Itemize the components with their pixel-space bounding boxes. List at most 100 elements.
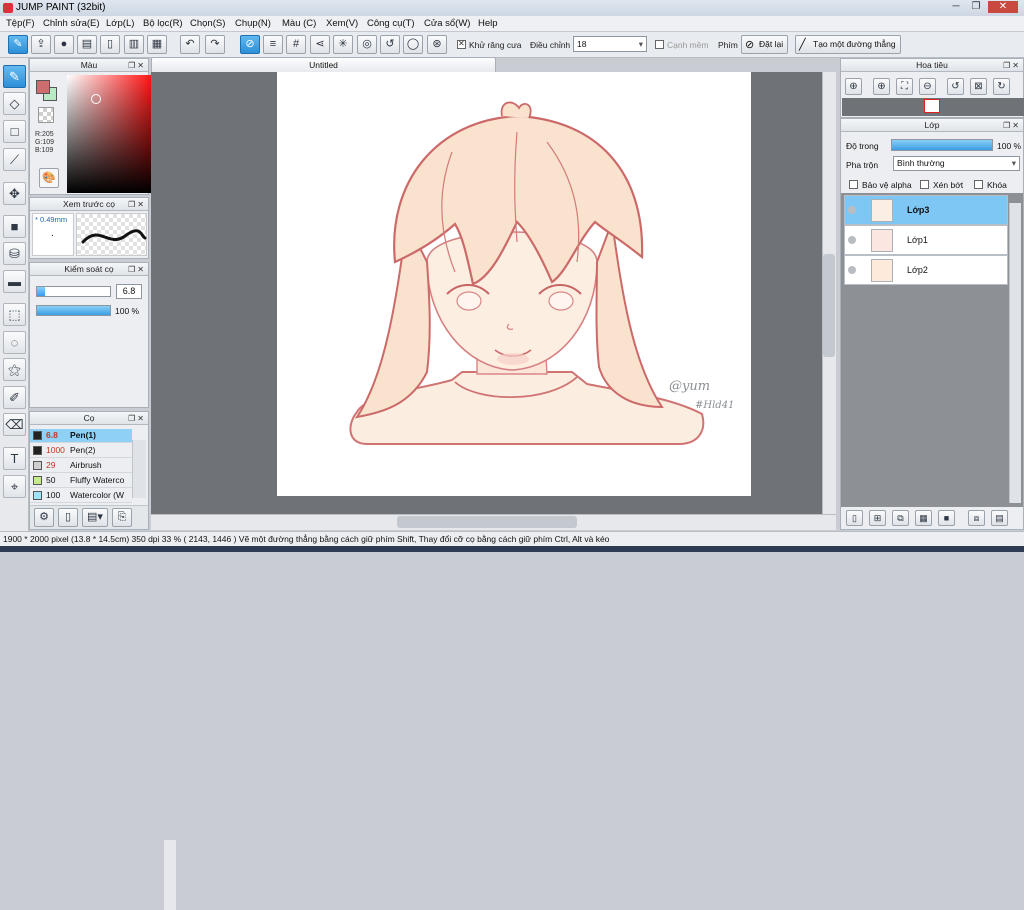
palette-icon[interactable]: 🎨 — [39, 168, 59, 188]
comment-icon[interactable]: ● — [54, 35, 74, 54]
close-button[interactable]: ✕ — [988, 1, 1018, 13]
adjust-select[interactable]: 18 — [573, 36, 647, 52]
perspective-ruler-icon[interactable]: ⋖ — [310, 35, 330, 54]
menu-capture[interactable]: Chụp(N) — [235, 18, 271, 29]
menu-edit[interactable]: Chỉnh sửa(E) — [43, 18, 100, 29]
pen-mode-icon[interactable]: ✎ — [8, 35, 28, 54]
folder-icon[interactable]: ■ — [938, 510, 955, 526]
gradient-tool-icon[interactable]: ▬ — [3, 270, 26, 293]
brush-list-scrollbar[interactable] — [132, 440, 146, 498]
protect-alpha-checkbox[interactable] — [849, 180, 858, 189]
line-tool-icon[interactable]: ⟋ — [3, 148, 26, 171]
menu-select[interactable]: Chọn(S) — [190, 18, 225, 29]
share-icon[interactable]: ⇪ — [31, 35, 51, 54]
minimize-button[interactable]: ─ — [946, 1, 966, 13]
layer-row-lop1[interactable]: Lớp1 — [844, 225, 1008, 255]
layer-row-lop3[interactable]: Lớp3 — [844, 195, 1008, 225]
brush-list-scrollbar[interactable] — [164, 840, 176, 910]
zoom-fit-icon[interactable]: ⊕ — [845, 78, 862, 95]
visibility-icon[interactable] — [848, 206, 856, 214]
restore-button[interactable]: ❐ — [966, 1, 986, 13]
select-pen-tool-icon[interactable]: ✐ — [3, 386, 26, 409]
canvas-horizontal-scroll-thumb[interactable] — [397, 516, 577, 528]
menu-help[interactable]: Help — [478, 18, 498, 29]
magic-wand-tool-icon[interactable]: ⚝ — [3, 358, 26, 381]
parallel-ruler-icon[interactable]: ≡ — [263, 35, 283, 54]
panel-buttons-icon[interactable]: ❐✕ — [128, 413, 146, 425]
page-icon[interactable]: ▯ — [100, 35, 120, 54]
saturation-value-picker[interactable] — [67, 75, 159, 193]
rotate-right-icon[interactable]: ↻ — [993, 78, 1010, 95]
panel-buttons-icon[interactable]: ❐✕ — [1003, 60, 1021, 72]
ruler-off-icon[interactable]: ⊘ — [240, 35, 260, 54]
shape-tool-icon[interactable]: □ — [3, 120, 26, 143]
panel-buttons-icon[interactable]: ❐✕ — [128, 60, 146, 72]
layer-row-lop2[interactable]: Lớp2 — [844, 255, 1008, 285]
rotate-reset-icon[interactable]: ⊠ — [970, 78, 987, 95]
document-icon[interactable]: ▥ — [124, 35, 144, 54]
brush-import-icon[interactable]: ⎘ — [112, 508, 132, 527]
redo-icon[interactable]: ↷ — [205, 35, 225, 54]
blend-mode-select[interactable]: Bình thường ▾ — [893, 156, 1020, 171]
text-balloon-icon[interactable]: ▤ — [77, 35, 97, 54]
zoom-out-icon[interactable]: ⊖ — [919, 78, 936, 95]
select-eraser-tool-icon[interactable]: ⌫ — [3, 413, 26, 436]
menu-color[interactable]: Màu (C) — [282, 18, 316, 29]
menu-tools[interactable]: Công cụ(T) — [367, 18, 415, 29]
canvas-tab[interactable]: Untitled — [151, 57, 496, 72]
rotate-left-icon[interactable]: ↺ — [947, 78, 964, 95]
clip-checkbox[interactable] — [920, 180, 929, 189]
smooth-edge-checkbox[interactable] — [655, 40, 664, 49]
antialias-checkbox[interactable] — [457, 39, 466, 49]
layer-list-scrollbar[interactable] — [1009, 203, 1021, 503]
layer-opacity-slider[interactable] — [891, 139, 993, 151]
menu-window[interactable]: Cửa sổ(W) — [424, 18, 470, 29]
rect-select-tool-icon[interactable]: ⬚ — [3, 303, 26, 326]
brush-row-fluffy-watercolor[interactable]: 50 Fluffy Waterco — [30, 474, 132, 488]
panel-buttons-icon[interactable]: ❐✕ — [1003, 120, 1021, 132]
new-folder-layer-icon[interactable]: ⊞ — [869, 510, 886, 526]
panel-buttons-icon[interactable]: ❐✕ — [128, 264, 146, 276]
grid-ruler-icon[interactable]: # — [286, 35, 306, 54]
fill-rect-tool-icon[interactable]: ■ — [3, 215, 26, 238]
brush-menu-icon[interactable]: ▤▾ — [82, 508, 108, 527]
menu-layer[interactable]: Lớp(L) — [106, 18, 134, 29]
lock-checkbox[interactable] — [974, 180, 983, 189]
brush-size-field[interactable]: 6.8 — [116, 284, 142, 299]
zoom-in-icon[interactable]: ⊕ — [873, 78, 890, 95]
move-tool-icon[interactable]: ✥ — [3, 182, 26, 205]
menu-view[interactable]: Xem(V) — [326, 18, 358, 29]
new-brush-icon[interactable]: ▯ — [58, 508, 78, 527]
menu-file[interactable]: Tệp(F) — [6, 18, 35, 29]
brush-row-pen1[interactable]: 6.8 Pen(1) — [30, 429, 132, 443]
canvas-vertical-scroll-thumb[interactable] — [823, 254, 835, 357]
brush-opacity-slider[interactable] — [36, 305, 111, 316]
grid-icon[interactable]: ▦ — [147, 35, 167, 54]
radial-ruler-icon[interactable]: ✳ — [333, 35, 353, 54]
layer-menu-icon[interactable]: ▤ — [991, 510, 1008, 526]
foreground-color-swatch[interactable] — [36, 80, 50, 94]
reset-button[interactable]: ⊘ Đặt lại — [741, 35, 789, 54]
copy-layer-icon[interactable]: ⧉ — [892, 510, 909, 526]
new-layer-icon[interactable]: ▯ — [846, 510, 863, 526]
text-tool-icon[interactable]: T — [3, 447, 26, 470]
ruler-settings-icon[interactable]: ⊛ — [427, 35, 447, 54]
menu-filter[interactable]: Bộ lọc(R) — [143, 18, 183, 29]
bucket-tool-icon[interactable]: ⛁ — [3, 242, 26, 265]
undo-icon[interactable]: ↶ — [180, 35, 200, 54]
pen-tool-icon[interactable]: ✎ — [3, 65, 26, 88]
visibility-icon[interactable] — [848, 266, 856, 274]
zoom-actual-icon[interactable]: ⛶ — [896, 78, 913, 95]
straight-line-button[interactable]: ╱ Tạo một đường thẳng — [795, 35, 901, 54]
dropper-tool-icon[interactable]: ⌖ — [3, 475, 26, 498]
canvas-paper[interactable]: @yum #Hld41 — [277, 72, 751, 496]
visibility-icon[interactable] — [848, 236, 856, 244]
transparent-color-swatch[interactable] — [38, 107, 54, 123]
navigator-viewport-frame[interactable] — [924, 99, 940, 113]
ellipse-ruler-icon[interactable]: ◯ — [403, 35, 423, 54]
merge-layer-icon[interactable]: ⧈ — [968, 510, 985, 526]
brush-row-watercolor[interactable]: 100 Watercolor (W — [30, 489, 132, 503]
brush-size-slider[interactable] — [36, 286, 111, 297]
brush-row-airbrush[interactable]: 29 Airbrush — [30, 459, 132, 473]
screentone-layer-icon[interactable]: ▦ — [915, 510, 932, 526]
